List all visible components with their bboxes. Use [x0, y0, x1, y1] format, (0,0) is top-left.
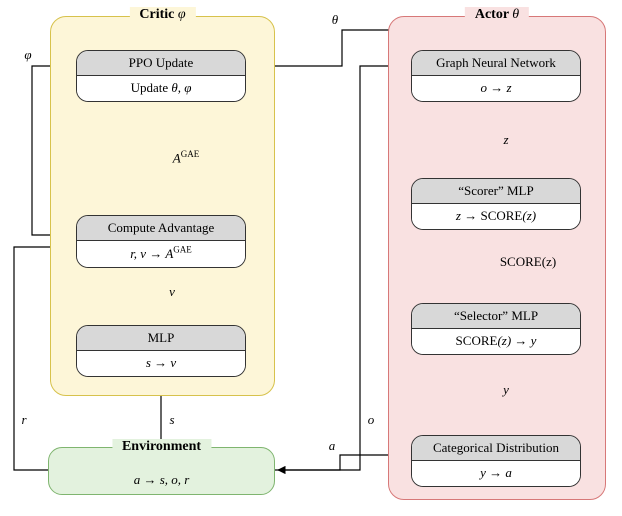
actor-title: Actor θ: [465, 7, 529, 23]
env-title: Environment: [112, 439, 211, 455]
env-panel: Environment a → s, o, r: [48, 447, 275, 495]
categorical-block: Categorical Distribution y → a: [411, 435, 581, 487]
ppo-update-block: PPO Update Update θ, φ: [76, 50, 246, 102]
edge-label-a: a: [329, 438, 336, 454]
edge-label-phi: φ: [24, 47, 31, 63]
edge-label-agae: AGAE: [173, 149, 199, 166]
edge-label-s: s: [169, 412, 174, 428]
categorical-title: Categorical Distribution: [412, 436, 580, 461]
scorer-body: z → SCORE(z): [412, 204, 580, 229]
mlp-body: s → v: [77, 351, 245, 376]
env-body: a → s, o, r: [49, 472, 274, 488]
edge-label-theta: θ: [332, 12, 338, 28]
selector-title: “Selector” MLP: [412, 304, 580, 329]
compute-advantage-block: Compute Advantage r, v → AGAE: [76, 215, 246, 268]
mlp-block: MLP s → v: [76, 325, 246, 377]
scorer-title: “Scorer” MLP: [412, 179, 580, 204]
selector-body: SCORE(z) → y: [412, 329, 580, 354]
categorical-body: y → a: [412, 461, 580, 486]
gnn-body: o → z: [412, 76, 580, 101]
gnn-block: Graph Neural Network o → z: [411, 50, 581, 102]
edge-label-r: r: [21, 412, 26, 428]
selector-block: “Selector” MLP SCORE(z) → y: [411, 303, 581, 355]
gnn-title: Graph Neural Network: [412, 51, 580, 76]
edge-label-z: z: [503, 132, 508, 148]
scorer-block: “Scorer” MLP z → SCORE(z): [411, 178, 581, 230]
edge-label-scorez: SCORE(z): [500, 254, 556, 270]
ppo-update-body: Update θ, φ: [77, 76, 245, 101]
compute-advantage-body: r, v → AGAE: [77, 241, 245, 267]
compute-advantage-title: Compute Advantage: [77, 216, 245, 241]
edge-label-o: o: [368, 412, 375, 428]
critic-title: Critic φ: [129, 7, 195, 23]
edge-label-y: y: [503, 382, 509, 398]
ppo-update-title: PPO Update: [77, 51, 245, 76]
mlp-title: MLP: [77, 326, 245, 351]
edge-label-v: v: [169, 284, 175, 300]
